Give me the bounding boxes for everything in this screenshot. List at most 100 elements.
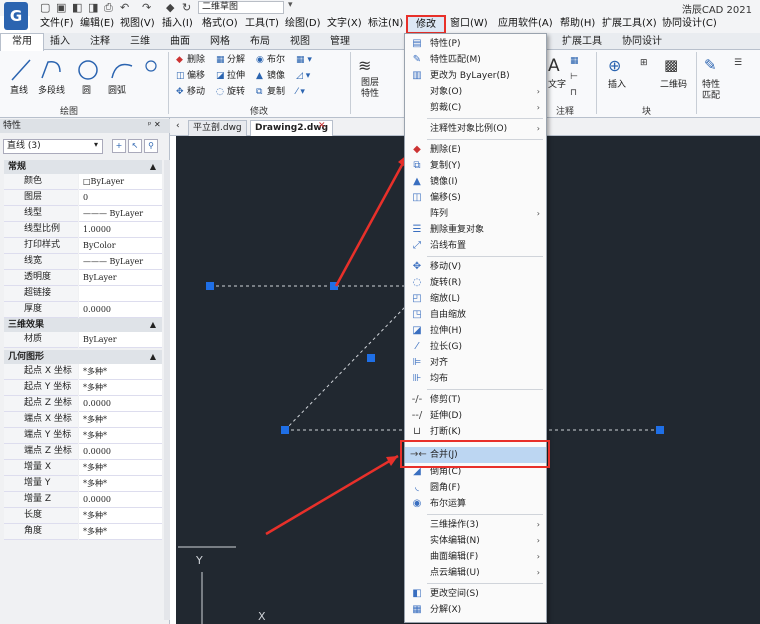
- select-dropdown-icon[interactable]: ▾: [94, 140, 98, 149]
- prop-row[interactable]: 端点 Y 坐标 *多种*: [4, 428, 162, 444]
- prop-value[interactable]: 0: [79, 190, 162, 206]
- menu-draw[interactable]: 绘图(D): [285, 17, 321, 31]
- table-icon[interactable]: ▦: [570, 56, 579, 67]
- menu-collab[interactable]: 协同设计(C): [662, 17, 717, 31]
- undo-icon[interactable]: ↶: [120, 2, 129, 14]
- save-icon[interactable]: ◧: [72, 2, 82, 14]
- menu-item-clip[interactable]: 剪裁(C) ›: [405, 100, 546, 116]
- tab-common[interactable]: 常用: [0, 33, 44, 51]
- match-brush-icon[interactable]: ✎: [704, 56, 717, 74]
- prop-value[interactable]: ByLayer: [79, 332, 162, 348]
- prop-value[interactable]: *多种*: [79, 508, 162, 524]
- prop-row[interactable]: 增量 X *多种*: [4, 460, 162, 476]
- panel-scrollbar[interactable]: [164, 160, 170, 620]
- menu-text[interactable]: 文字(X): [327, 17, 362, 31]
- ribbon-line[interactable]: 直线: [10, 86, 28, 97]
- insert-block-icon[interactable]: ⊕: [608, 56, 621, 75]
- tab-surface[interactable]: 曲面: [164, 33, 196, 50]
- ribbon-match-properties[interactable]: 特性匹配: [702, 80, 726, 102]
- prop-row[interactable]: 材质 ByLayer: [4, 332, 162, 348]
- ribbon-polyline[interactable]: 多段线: [38, 86, 65, 97]
- prop-value[interactable]: ——— ByLayer: [79, 254, 162, 270]
- object-type-select[interactable]: 直线 (3): [3, 139, 103, 154]
- menu-item-bylayer[interactable]: ▥ 更改为 ByLayer(B): [405, 68, 546, 84]
- grip-point[interactable]: [656, 426, 664, 434]
- menu-item-free-scale[interactable]: ◳ 自由缩放: [405, 307, 546, 323]
- menu-help[interactable]: 帮助(H): [560, 17, 595, 31]
- open-file-icon[interactable]: ▣: [56, 2, 66, 14]
- prop-value[interactable]: *多种*: [79, 428, 162, 444]
- select-objects-icon[interactable]: ↖: [128, 139, 142, 153]
- menu-item-surface-edit[interactable]: 曲面编辑(F) ›: [405, 549, 546, 565]
- refresh-icon[interactable]: ↻: [182, 2, 191, 14]
- prop-row[interactable]: 起点 Z 坐标 0.0000: [4, 396, 162, 412]
- section-3d-effects[interactable]: 三维效果 ▲: [4, 318, 162, 332]
- block-tools-icon[interactable]: ⊞: [640, 58, 648, 69]
- prop-value[interactable]: 0.0000: [79, 492, 162, 508]
- menu-item-change-space[interactable]: ◧ 更改空间(S): [405, 586, 546, 602]
- tab-insert[interactable]: 插入: [44, 33, 76, 50]
- ribbon-stretch[interactable]: 拉伸: [227, 71, 245, 82]
- menu-item-stretch[interactable]: ◪ 拉伸(H): [405, 323, 546, 339]
- menu-item-object[interactable]: 对象(O) ›: [405, 84, 546, 100]
- prop-row[interactable]: 厚度 0.0000: [4, 302, 162, 318]
- prop-row[interactable]: 端点 Z 坐标 0.0000: [4, 444, 162, 460]
- ribbon-arc[interactable]: 圆弧: [108, 86, 126, 97]
- menu-item-pointcloud-edit[interactable]: 点云编辑(U) ›: [405, 565, 546, 581]
- prop-row[interactable]: 颜色 □ByLayer: [4, 174, 162, 190]
- menu-item-offset[interactable]: ◫ 偏移(S): [405, 190, 546, 206]
- properties-list-icon[interactable]: ☰: [734, 58, 742, 69]
- tab-3d[interactable]: 三维: [124, 33, 156, 50]
- menu-window[interactable]: 窗口(W): [450, 17, 488, 31]
- more-modify-icon[interactable]: ▦ ▾: [296, 55, 312, 66]
- tab-mesh[interactable]: 网格: [204, 33, 236, 50]
- menu-item-mirror[interactable]: ▲ 镜像(I): [405, 174, 546, 190]
- prop-value[interactable]: *多种*: [79, 460, 162, 476]
- leader-icon[interactable]: ⊓: [570, 88, 577, 99]
- ribbon-delete[interactable]: 删除: [187, 55, 205, 66]
- print-icon[interactable]: ⎙: [104, 2, 113, 14]
- doc-tab-plan[interactable]: 平立剖.dwg: [188, 120, 247, 136]
- menu-item-match-properties[interactable]: ✎ 特性匹配(M): [405, 52, 546, 68]
- menu-item-distribute[interactable]: ⊪ 均布: [405, 371, 546, 387]
- ribbon-qrcode[interactable]: 二维码: [660, 80, 687, 91]
- menu-edit[interactable]: 编辑(E): [80, 17, 114, 31]
- menu-item-scale[interactable]: ◰ 缩放(L): [405, 291, 546, 307]
- menu-item-rotate[interactable]: ◌ 旋转(R): [405, 275, 546, 291]
- menu-dimension[interactable]: 标注(N): [368, 17, 403, 31]
- prop-row[interactable]: 增量 Y *多种*: [4, 476, 162, 492]
- prop-row[interactable]: 超链接: [4, 286, 162, 302]
- save-as-icon[interactable]: ◨: [88, 2, 98, 14]
- prop-row[interactable]: 图层 0: [4, 190, 162, 206]
- menu-item-align[interactable]: ⊫ 对齐: [405, 355, 546, 371]
- redo-icon[interactable]: ↷: [142, 2, 151, 14]
- more-modify-icon-3[interactable]: ⁄ ▾: [296, 87, 305, 98]
- ribbon-rotate[interactable]: 旋转: [227, 87, 245, 98]
- menu-item-lengthen[interactable]: ⁄ 拉长(G): [405, 339, 546, 355]
- menu-modify[interactable]: 修改(M): [406, 15, 446, 45]
- prop-row[interactable]: 线宽 ——— ByLayer: [4, 254, 162, 270]
- app-logo[interactable]: G: [4, 2, 28, 30]
- grip-point[interactable]: [206, 282, 214, 290]
- prop-row[interactable]: 增量 Z 0.0000: [4, 492, 162, 508]
- menu-item-extend[interactable]: --/ 延伸(D): [405, 408, 546, 424]
- quick-select-icon[interactable]: ⚲: [144, 139, 158, 153]
- tab-scroll-left-icon[interactable]: ‹: [176, 121, 180, 131]
- tab-manage[interactable]: 管理: [324, 33, 356, 50]
- menu-tools[interactable]: 工具(T): [245, 17, 279, 31]
- ribbon-layer-properties[interactable]: 图层特性: [358, 78, 382, 100]
- qrcode-icon[interactable]: ▩: [664, 56, 678, 74]
- menu-insert[interactable]: 插入(I): [162, 17, 193, 31]
- prop-value[interactable]: 0.0000: [79, 444, 162, 460]
- close-tab-icon[interactable]: ✕: [318, 121, 326, 131]
- prop-value[interactable]: 0.0000: [79, 302, 162, 318]
- prop-value[interactable]: ByLayer: [79, 270, 162, 286]
- tab-annotate[interactable]: 注释: [84, 33, 116, 50]
- menu-item-3d-operations[interactable]: 三维操作(3) ›: [405, 517, 546, 533]
- section-geometry[interactable]: 几何图形 ▲: [4, 350, 162, 364]
- toggle-pickadd-icon[interactable]: +: [112, 139, 126, 153]
- prop-row[interactable]: 打印样式 ByColor: [4, 238, 162, 254]
- menu-format[interactable]: 格式(O): [202, 17, 238, 31]
- menu-item-overkill[interactable]: ☰ 删除重复对象: [405, 222, 546, 238]
- menu-item-fillet[interactable]: ◟ 圆角(F): [405, 480, 546, 496]
